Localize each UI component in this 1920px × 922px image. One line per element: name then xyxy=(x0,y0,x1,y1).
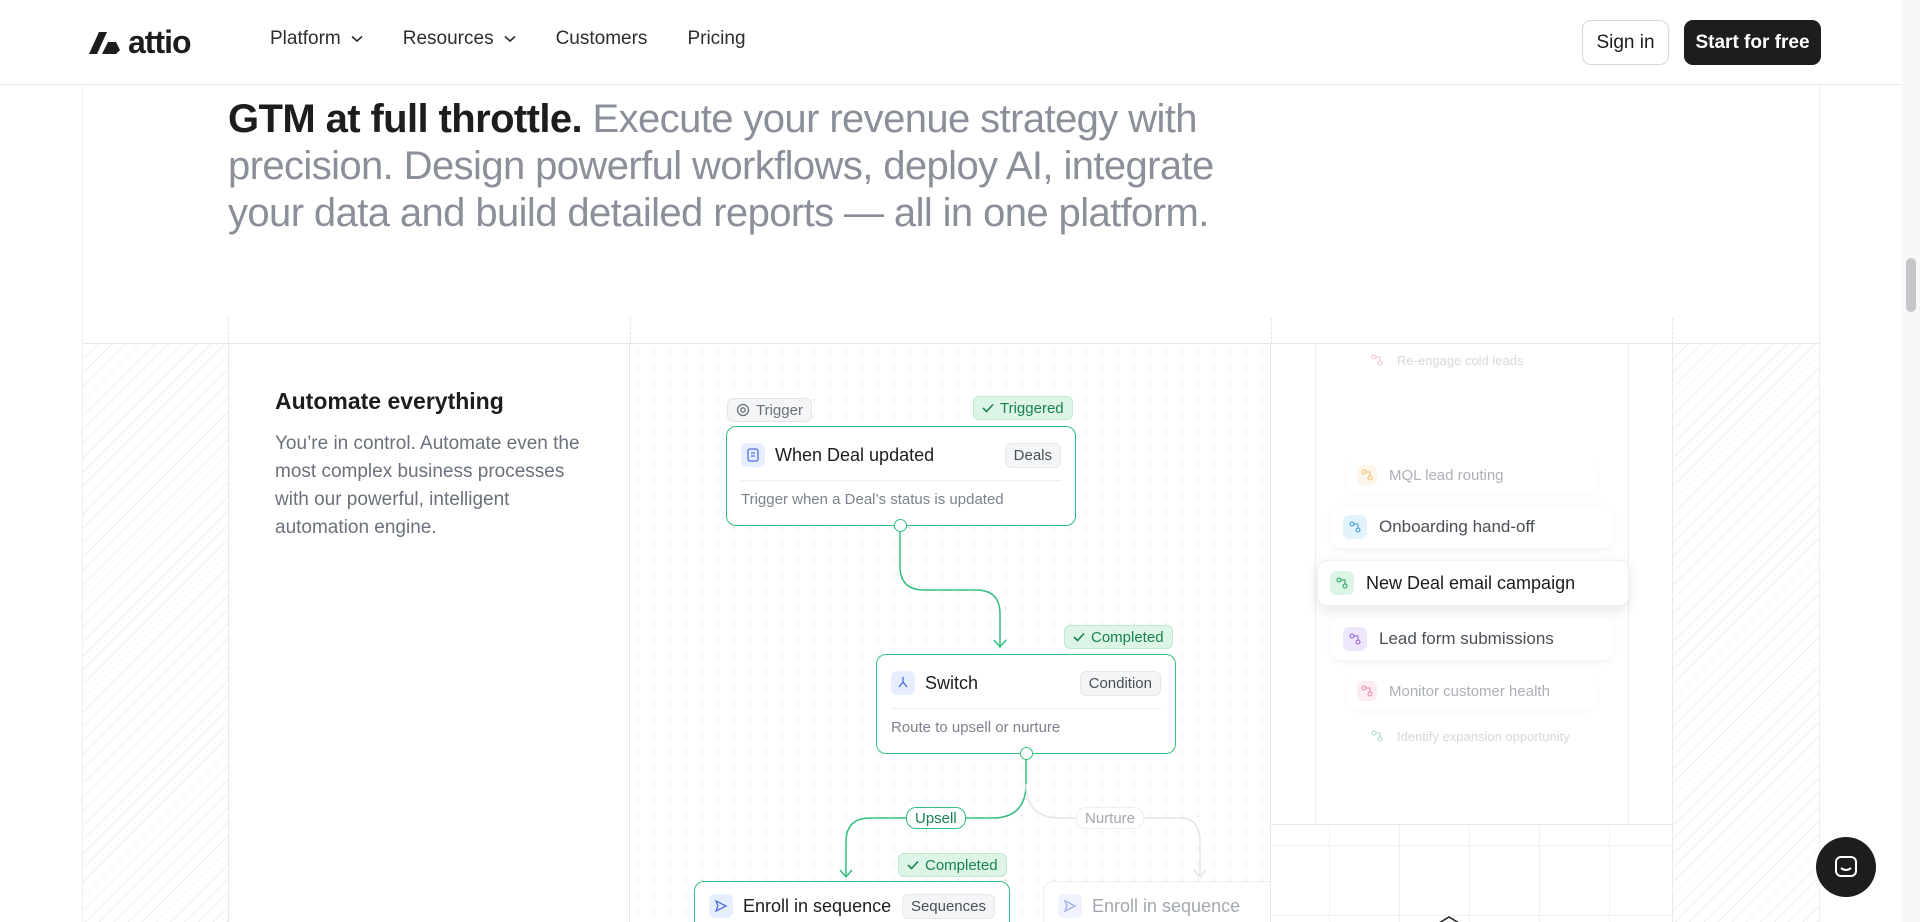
divider xyxy=(228,318,229,344)
nav-resources-label: Resources xyxy=(402,28,494,49)
workflow-item-label: Onboarding hand-off xyxy=(1379,517,1535,536)
node-divider xyxy=(891,708,1161,709)
chevron-down-icon xyxy=(504,35,516,43)
switch-completed-badge: Completed xyxy=(1064,625,1173,649)
nav-resources[interactable]: Resources xyxy=(403,28,516,50)
triggered-status-label: Triggered xyxy=(1000,399,1064,417)
check-icon xyxy=(907,860,919,870)
nav-platform-label: Platform xyxy=(270,28,341,49)
feature-description: You’re in control. Automate even the mos… xyxy=(275,433,580,538)
shape-icon xyxy=(1439,916,1459,922)
switch-node-tag: Condition xyxy=(1079,670,1161,696)
workflow-icon xyxy=(1357,681,1377,701)
workflow-item-active[interactable]: New Deal email campaign xyxy=(1317,560,1629,606)
workflow-item-label: Re-engage cold leads xyxy=(1397,352,1524,368)
workflow-icon xyxy=(1343,627,1367,651)
check-icon xyxy=(1073,632,1085,642)
switch-completed-label: Completed xyxy=(1091,628,1164,646)
enroll-completed-badge: Completed xyxy=(898,853,1007,877)
workflow-item-label: Monitor customer health xyxy=(1389,682,1550,700)
trigger-node-title: When Deal updated xyxy=(775,444,935,465)
workflow-item-label: Identify expansion opportunity xyxy=(1397,728,1570,744)
scrollbar-thumb[interactable] xyxy=(1906,258,1916,312)
hatch-pattern-left xyxy=(83,344,228,922)
trigger-pill-label: Trigger xyxy=(756,401,803,419)
trigger-node-tag: Deals xyxy=(1004,442,1061,468)
enroll-node-tag: Sequences xyxy=(901,893,995,919)
workflow-canvas: Trigger Triggered When Deal updated Deal… xyxy=(630,344,1271,922)
trigger-node-subtitle: Trigger when a Deal’s status is updated xyxy=(741,491,1004,508)
workflow-item[interactable]: Re-engage cold leads xyxy=(1361,344,1581,376)
node-divider xyxy=(741,480,1061,481)
nav-customers[interactable]: Customers xyxy=(556,28,648,50)
target-icon xyxy=(736,403,750,417)
feature-card: Automate everything You’re in control. A… xyxy=(228,344,630,922)
workflow-item[interactable]: Onboarding hand-off xyxy=(1331,506,1613,548)
divider xyxy=(630,318,631,344)
workflow-item[interactable]: MQL lead routing xyxy=(1347,456,1597,494)
hatch-pattern-right xyxy=(1673,344,1819,922)
chat-icon xyxy=(1835,856,1857,877)
page-scrollbar[interactable] xyxy=(1902,0,1920,922)
triggered-status-badge: Triggered xyxy=(973,396,1073,420)
nurture-route-label: Nurture xyxy=(1076,807,1145,829)
logo-wordmark: attio xyxy=(128,24,192,60)
workflow-item[interactable]: Monitor customer health xyxy=(1347,672,1597,710)
attio-logo-icon xyxy=(89,31,120,54)
nurture-route-text: Nurture xyxy=(1085,809,1136,827)
connector-port[interactable] xyxy=(1020,747,1033,760)
enroll-completed-label: Completed xyxy=(925,856,998,874)
workflow-icon xyxy=(1369,352,1385,368)
trigger-node[interactable]: When Deal updated Deals Trigger when a D… xyxy=(726,426,1076,526)
send-icon xyxy=(1058,894,1082,918)
workflow-icon xyxy=(1357,465,1377,485)
switch-icon xyxy=(891,671,915,695)
nav-pricing-label: Pricing xyxy=(687,28,746,49)
workflow-item-label: New Deal email campaign xyxy=(1366,572,1576,593)
upsell-route-label: Upsell xyxy=(906,807,966,829)
grid-preview xyxy=(1271,824,1672,922)
top-navigation: attio Platform Resources Customers Prici… xyxy=(0,0,1902,85)
frame-line-right xyxy=(1819,85,1820,922)
workflow-item[interactable]: Identify expansion opportunity xyxy=(1361,720,1591,752)
sign-in-button[interactable]: Sign in xyxy=(1582,20,1669,65)
divider xyxy=(1271,318,1272,344)
enroll-node-title: Enroll in sequence xyxy=(743,895,892,916)
deal-icon xyxy=(741,443,765,467)
chevron-down-icon xyxy=(351,35,363,43)
workflow-item[interactable]: Lead form submissions xyxy=(1331,618,1613,660)
send-icon xyxy=(709,894,733,918)
switch-node-subtitle: Route to upsell or nurture xyxy=(891,719,1061,736)
switch-node[interactable]: Switch Condition Route to upsell or nurt… xyxy=(876,654,1176,754)
feature-title: Automate everything xyxy=(275,388,504,414)
nav-customers-label: Customers xyxy=(555,28,648,49)
start-for-free-button[interactable]: Start for free xyxy=(1684,20,1821,65)
enroll-muted-title: Enroll in sequence xyxy=(1092,895,1241,916)
attio-logo[interactable]: attio xyxy=(86,24,192,61)
switch-node-title: Switch xyxy=(925,672,979,693)
workflow-icon xyxy=(1330,571,1354,595)
workflow-icon xyxy=(1343,515,1367,539)
workflow-icon xyxy=(1369,728,1385,744)
workflow-item-label: MQL lead routing xyxy=(1389,466,1504,484)
enroll-node[interactable]: Enroll in sequence Sequences xyxy=(694,881,1010,922)
workflow-list-panel: Re-engage cold leads MQL lead routing On… xyxy=(1271,344,1673,922)
upsell-route-text: Upsell xyxy=(915,809,957,827)
nav-platform[interactable]: Platform xyxy=(270,28,363,50)
chat-launcher-button[interactable] xyxy=(1816,837,1876,897)
connector-port[interactable] xyxy=(894,519,907,532)
check-icon xyxy=(982,403,994,413)
enroll-node-muted[interactable]: Enroll in sequence Se xyxy=(1043,881,1270,922)
workflow-item-label: Lead form submissions xyxy=(1379,629,1554,648)
trigger-pill: Trigger xyxy=(727,398,812,422)
hero-headline-strong: GTM at full throttle. xyxy=(228,97,583,141)
hero-headline: GTM at full throttle. Execute your reven… xyxy=(228,96,1248,237)
nav-pricing[interactable]: Pricing xyxy=(687,28,745,50)
divider xyxy=(1672,318,1673,344)
